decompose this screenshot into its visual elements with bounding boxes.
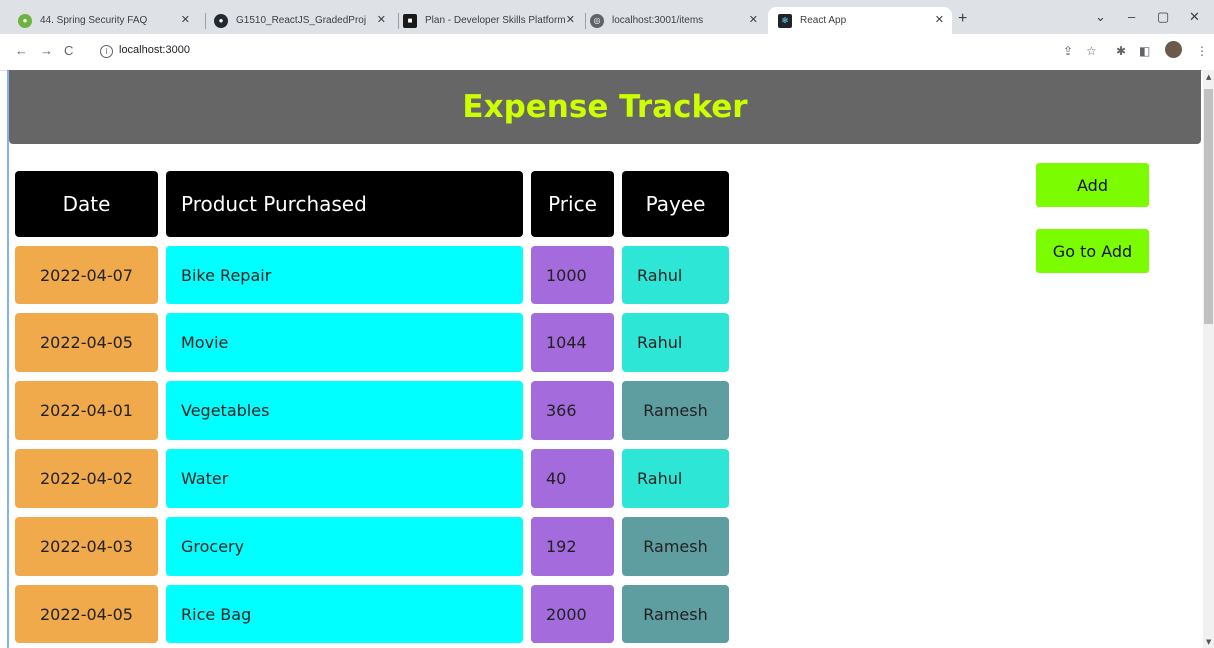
browser-tab[interactable]: ● G1510_ReactJS_GradedProject3/ ✕ — [214, 7, 394, 34]
close-icon[interactable]: ✕ — [181, 13, 190, 26]
page-title: Expense Tracker — [462, 89, 748, 125]
tab-divider — [398, 13, 399, 29]
browser-tab[interactable]: ● 44. Spring Security FAQ ✕ — [18, 7, 198, 34]
product-cell: Grocery — [166, 517, 523, 576]
menu-icon[interactable]: ⋮ — [1196, 44, 1208, 58]
price-cell: 1044 — [531, 313, 614, 372]
tab-divider — [585, 13, 586, 29]
browser-tab-active[interactable]: ✻ React App ✕ — [768, 7, 952, 34]
date-cell: 2022-04-05 — [15, 313, 158, 372]
close-window-icon[interactable]: ✕ — [1189, 9, 1200, 25]
viewport-edge — [7, 70, 9, 648]
price-cell: 2000 — [531, 585, 614, 643]
share-icon[interactable]: ⇪ — [1063, 44, 1073, 58]
column-header-product: Product Purchased — [166, 171, 523, 237]
date-cell: 2022-04-07 — [15, 246, 158, 304]
scroll-down-icon[interactable]: ▼ — [1206, 638, 1211, 646]
platform-icon: ■ — [403, 13, 417, 28]
spring-icon: ● — [18, 13, 32, 28]
price-cell: 1000 — [531, 246, 614, 304]
date-cell: 2022-04-05 — [15, 585, 158, 643]
payee-cell: Ramesh — [622, 585, 729, 643]
tab-search-icon[interactable]: ⌄ — [1095, 9, 1106, 25]
close-icon[interactable]: ✕ — [935, 13, 944, 26]
browser-tab[interactable]: ◎ localhost:3001/items ✕ — [590, 7, 766, 34]
profile-avatar[interactable] — [1165, 41, 1182, 58]
product-cell: Movie — [166, 313, 523, 372]
payee-cell: Rahul — [622, 313, 729, 372]
url-field[interactable]: i localhost:3000 — [100, 44, 190, 58]
price-cell: 40 — [531, 449, 614, 508]
column-header-price: Price — [531, 171, 614, 237]
column-header-payee: Payee — [622, 171, 729, 237]
product-cell: Water — [166, 449, 523, 508]
price-cell: 366 — [531, 381, 614, 440]
back-icon[interactable]: ← — [15, 43, 28, 58]
browser-tab-bar: ● 44. Spring Security FAQ ✕ ● G1510_Reac… — [0, 0, 1214, 34]
url-text: localhost:3000 — [119, 44, 190, 56]
column-header-date: Date — [15, 171, 158, 237]
product-cell: Bike Repair — [166, 246, 523, 304]
forward-icon[interactable]: → — [40, 43, 53, 58]
payee-cell: Ramesh — [622, 381, 729, 440]
go-to-add-button[interactable]: Go to Add — [1036, 229, 1149, 273]
tab-label: 44. Spring Security FAQ — [40, 15, 148, 26]
close-icon[interactable]: ✕ — [566, 13, 575, 26]
tab-label: G1510_ReactJS_GradedProject3/ — [236, 15, 366, 26]
payee-cell: Rahul — [622, 246, 729, 304]
add-button[interactable]: Add — [1036, 163, 1149, 207]
tab-label: Plan - Developer Skills Platform - — [425, 15, 565, 26]
product-cell: Rice Bag — [166, 585, 523, 643]
restore-icon[interactable]: ▢ — [1157, 9, 1169, 25]
payee-cell: Rahul — [622, 449, 729, 508]
info-icon[interactable]: i — [100, 45, 113, 58]
date-cell: 2022-04-01 — [15, 381, 158, 440]
product-cell: Vegetables — [166, 381, 523, 440]
side-panel-icon[interactable]: ◧ — [1139, 44, 1150, 58]
tab-label: localhost:3001/items — [612, 15, 704, 26]
scrollbar-thumb[interactable] — [1204, 89, 1213, 324]
react-icon: ✻ — [778, 13, 792, 28]
github-icon: ● — [214, 13, 228, 28]
tab-label: React App — [800, 15, 847, 26]
new-tab-icon[interactable]: + — [958, 10, 967, 28]
reload-icon[interactable]: C — [64, 43, 73, 58]
address-bar: ← → C i localhost:3000 ⇪ ☆ ✱ ◧ ⋮ — [0, 34, 1214, 71]
scroll-up-icon[interactable]: ▲ — [1206, 73, 1211, 81]
browser-tab[interactable]: ■ Plan - Developer Skills Platform - ✕ — [403, 7, 583, 34]
vertical-scrollbar[interactable]: ▲ ▼ — [1203, 70, 1214, 648]
price-cell: 192 — [531, 517, 614, 576]
date-cell: 2022-04-03 — [15, 517, 158, 576]
payee-cell: Ramesh — [622, 517, 729, 576]
app-header: Expense Tracker — [9, 70, 1201, 144]
close-icon[interactable]: ✕ — [749, 13, 758, 26]
extensions-icon[interactable]: ✱ — [1116, 44, 1126, 58]
close-icon[interactable]: ✕ — [377, 13, 386, 26]
bookmark-star-icon[interactable]: ☆ — [1086, 44, 1097, 58]
tab-divider — [205, 13, 206, 29]
date-cell: 2022-04-02 — [15, 449, 158, 508]
globe-icon: ◎ — [590, 13, 604, 28]
minimize-icon[interactable]: – — [1128, 9, 1135, 24]
